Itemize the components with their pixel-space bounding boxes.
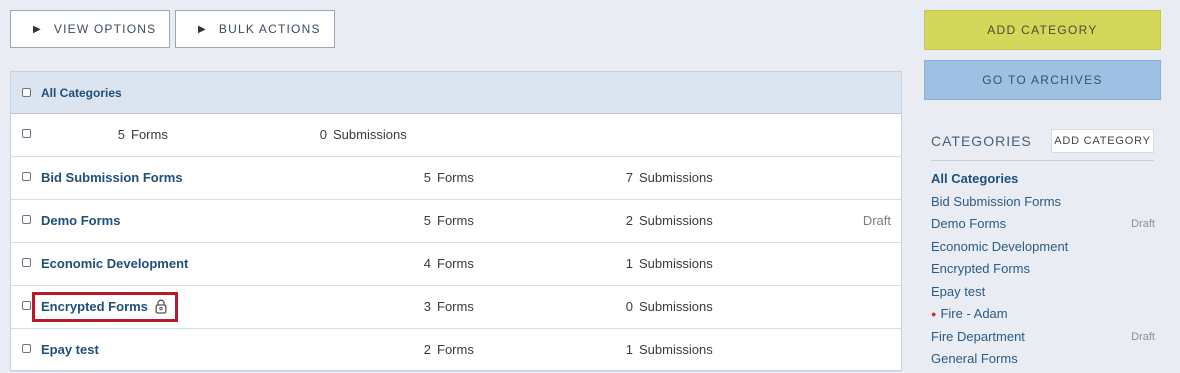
sidebar-item-label: Demo Forms <box>931 216 1007 231</box>
row-checkbox[interactable] <box>22 258 31 267</box>
add-category-small-button[interactable]: ADD CATEGORY <box>1051 129 1154 153</box>
row-checkbox[interactable] <box>22 215 31 224</box>
forms-label: Forms <box>131 127 168 142</box>
sidebar-item-label: All Categories <box>931 171 1019 186</box>
sidebar-item-bid-submission-forms[interactable]: Bid Submission Forms <box>931 193 1155 216</box>
dot-icon: ● <box>931 309 937 319</box>
table-row: Demo Forms 5 Forms 2 Submissions Draft <box>11 200 901 243</box>
view-options-button[interactable]: ▶ VIEW OPTIONS <box>10 10 170 48</box>
table-row: Epay test 2 Forms 1 Submissions <box>11 329 901 372</box>
forms-count: 5 <box>117 127 125 142</box>
forms-label: Forms <box>437 342 474 357</box>
sidebar-item-label: Encrypted Forms <box>931 261 1030 276</box>
submissions-label: Submissions <box>639 299 713 314</box>
forms-count: 5 <box>423 213 431 228</box>
draft-status: Draft <box>1131 330 1155 343</box>
forms-label: Forms <box>437 256 474 271</box>
sidebar-item-demo-forms[interactable]: Demo Forms Draft <box>931 215 1155 238</box>
row-checkbox[interactable] <box>22 172 31 181</box>
sidebar-item-label: Epay test <box>931 283 986 299</box>
table-row: Encrypted Forms 3 Forms 0 Submissions <box>11 286 901 329</box>
sidebar-item-general-forms[interactable]: General Forms <box>931 350 1155 373</box>
sidebar-item-all-categories[interactable]: All Categories <box>931 170 1155 193</box>
submissions-count: 1 <box>625 256 633 271</box>
sidebar-item-label: Economic Development <box>931 238 1069 254</box>
submissions-label: Submissions <box>639 342 713 357</box>
sidebar-item-economic-development[interactable]: Economic Development <box>931 238 1155 261</box>
categories-heading: CATEGORIES <box>931 133 1032 149</box>
view-options-label: VIEW OPTIONS <box>53 22 157 36</box>
highlight-box <box>32 292 178 322</box>
table-row: 5 Forms 0 Submissions <box>11 114 901 157</box>
forms-count: 5 <box>423 170 431 185</box>
play-icon: ▶ <box>198 23 207 35</box>
categories-table: All Categories 5 Forms 0 Submissions Bid… <box>10 71 902 372</box>
sidebar-item-fire-adam[interactable]: ● Fire - Adam <box>931 305 1155 328</box>
select-all-checkbox[interactable] <box>22 88 31 97</box>
draft-status: Draft <box>1131 218 1155 230</box>
sidebar-item-epay-test[interactable]: Epay test <box>931 283 1155 306</box>
divider <box>931 160 1154 161</box>
sidebar-item-encrypted-forms[interactable]: Encrypted Forms <box>931 260 1155 283</box>
sidebar-item-label: Bid Submission Forms <box>931 193 1062 209</box>
forms-count: 2 <box>423 342 431 357</box>
table-row: Bid Submission Forms 5 Forms 7 Submissio… <box>11 157 901 200</box>
category-link[interactable]: Economic Development <box>41 256 188 271</box>
forms-count: 3 <box>423 299 431 314</box>
draft-status: Draft <box>862 213 891 228</box>
submissions-count: 1 <box>625 342 633 357</box>
row-checkbox[interactable] <box>22 344 31 353</box>
sidebar-item-label: Fire Department <box>931 328 1025 344</box>
submissions-label: Submissions <box>639 256 713 271</box>
submissions-label: Submissions <box>639 213 713 228</box>
category-link[interactable]: Demo Forms <box>41 213 120 228</box>
row-checkbox[interactable] <box>22 301 31 310</box>
sidebar-item-label: Fire - Adam <box>940 306 1008 321</box>
submissions-label: Submissions <box>639 170 713 185</box>
go-to-archives-button[interactable]: GO TO ARCHIVES <box>924 60 1161 100</box>
forms-label: Forms <box>437 299 474 314</box>
sidebar-item-fire-department[interactable]: Fire Department Draft <box>931 328 1155 351</box>
submissions-count: 2 <box>625 213 633 228</box>
submissions-count: 7 <box>625 170 633 185</box>
submissions-count: 0 <box>319 127 327 142</box>
category-link[interactable]: Epay test <box>41 342 99 357</box>
play-icon: ▶ <box>33 23 42 35</box>
submissions-count: 0 <box>625 299 633 314</box>
bulk-actions-label: BULK ACTIONS <box>218 22 321 36</box>
all-categories-header[interactable]: All Categories <box>41 86 122 100</box>
submissions-label: Submissions <box>333 127 407 142</box>
sidebar-item-label: General Forms <box>931 351 1018 366</box>
category-link[interactable]: Bid Submission Forms <box>41 170 183 185</box>
category-list: All Categories Bid Submission Forms Demo… <box>931 170 1155 373</box>
add-category-button[interactable]: ADD CATEGORY <box>924 10 1161 50</box>
row-checkbox[interactable] <box>22 129 31 138</box>
forms-label: Forms <box>437 213 474 228</box>
forms-label: Forms <box>437 170 474 185</box>
table-row: Economic Development 4 Forms 1 Submissio… <box>11 243 901 286</box>
table-header: All Categories <box>11 72 901 114</box>
forms-count: 4 <box>423 256 431 271</box>
bulk-actions-button[interactable]: ▶ BULK ACTIONS <box>175 10 335 48</box>
